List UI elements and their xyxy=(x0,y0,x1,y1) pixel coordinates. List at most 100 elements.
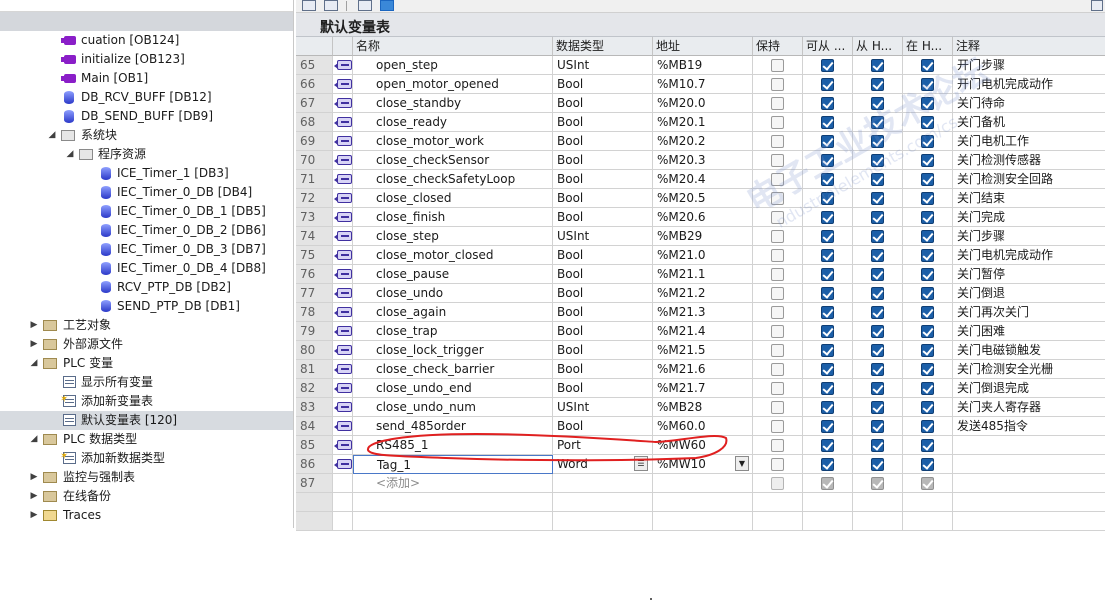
retain-checkbox[interactable] xyxy=(770,439,784,452)
tag-name-cell[interactable]: close_trap xyxy=(353,322,553,341)
header-address[interactable]: 地址 xyxy=(653,37,753,56)
expand-right-icon[interactable]: ▶ xyxy=(28,335,40,354)
address-cell[interactable]: %M20.1 xyxy=(653,113,753,132)
comment-cell[interactable] xyxy=(953,455,1105,474)
accessible-hmi-checkbox[interactable] xyxy=(820,344,834,357)
comment-cell[interactable]: 关门倒退 xyxy=(953,284,1105,303)
retain-checkbox[interactable] xyxy=(770,477,784,490)
retain-checkbox[interactable] xyxy=(770,287,784,300)
data-type-cell[interactable]: Bool xyxy=(553,379,653,398)
retain-checkbox[interactable] xyxy=(770,230,784,243)
comment-cell[interactable]: 关门再次关门 xyxy=(953,303,1105,322)
tree-item-iec-timer-0-db-3[interactable]: IEC_Timer_0_DB_3 [DB7] xyxy=(0,240,293,259)
data-type-cell[interactable]: Bool xyxy=(553,246,653,265)
address-cell[interactable]: %M21.0 xyxy=(653,246,753,265)
accessible-hmi-checkbox[interactable] xyxy=(820,135,834,148)
writable-hmi-checkbox[interactable] xyxy=(870,382,884,395)
tree-item-cuation[interactable]: cuation [OB124] xyxy=(0,31,293,50)
visible-hmi-checkbox[interactable] xyxy=(920,78,934,91)
insert-row-icon[interactable] xyxy=(302,0,316,11)
writable-hmi-checkbox[interactable] xyxy=(870,192,884,205)
address-cell[interactable]: %M21.2 xyxy=(653,284,753,303)
tree-item-traces[interactable]: ▶ Traces xyxy=(0,506,293,525)
table-row[interactable]: 65 open_step USInt %MB19 开门步骤 xyxy=(296,56,1105,75)
table-row[interactable]: 66 open_motor_opened Bool %M10.7 开门电机完成动作 xyxy=(296,75,1105,94)
visible-hmi-checkbox[interactable] xyxy=(920,249,934,262)
tag-name-cell[interactable]: close_pause xyxy=(353,265,553,284)
header-retain[interactable]: 保持 xyxy=(753,37,803,56)
add-placeholder-text[interactable]: <添加> xyxy=(376,476,420,490)
tag-name-cell[interactable]: close_closed xyxy=(353,189,553,208)
writable-hmi-checkbox[interactable] xyxy=(870,477,884,490)
chevron-down-icon[interactable]: ▼ xyxy=(735,456,749,471)
retain-checkbox[interactable] xyxy=(770,382,784,395)
comment-cell[interactable]: 关门完成 xyxy=(953,208,1105,227)
table-row[interactable]: 81 close_check_barrier Bool %M21.6 关门检测安全光栅 xyxy=(296,360,1105,379)
address-cell[interactable]: %MW60 xyxy=(653,436,753,455)
data-type-cell[interactable]: Bool xyxy=(553,341,653,360)
writable-hmi-checkbox[interactable] xyxy=(870,78,884,91)
address-cell[interactable]: %M20.4 xyxy=(653,170,753,189)
tree-item-initialize[interactable]: initialize [OB123] xyxy=(0,50,293,69)
tag-name-cell[interactable]: open_step xyxy=(353,56,553,75)
address-cell[interactable]: %M20.5 xyxy=(653,189,753,208)
table-row[interactable]: 78 close_again Bool %M21.3 关门再次关门 xyxy=(296,303,1105,322)
accessible-hmi-checkbox[interactable] xyxy=(820,306,834,319)
tree-item-plc-data-types[interactable]: ◢ PLC 数据类型 xyxy=(0,430,293,449)
expand-right-icon[interactable]: ▶ xyxy=(28,506,40,525)
tree-item-add-tag-table[interactable]: 添加新变量表 xyxy=(0,390,293,411)
table-row[interactable]: 85 RS485_1 Port %MW60 xyxy=(296,436,1105,455)
comment-cell[interactable]: 发送485指令 xyxy=(953,417,1105,436)
visible-hmi-checkbox[interactable] xyxy=(920,135,934,148)
visible-hmi-checkbox[interactable] xyxy=(920,344,934,357)
tree-item-show-all-tags[interactable]: 显示所有变量 xyxy=(0,373,293,392)
accessible-hmi-checkbox[interactable] xyxy=(820,401,834,414)
tag-name-cell[interactable]: open_motor_opened xyxy=(353,75,553,94)
data-type-cell[interactable]: Port xyxy=(553,436,653,455)
comment-cell[interactable]: 关门检测传感器 xyxy=(953,151,1105,170)
comment-cell[interactable]: 关门检测安全回路 xyxy=(953,170,1105,189)
tree-item-plc-tags[interactable]: ◢ PLC 变量 xyxy=(0,354,293,373)
visible-hmi-checkbox[interactable] xyxy=(920,116,934,129)
tag-name-cell[interactable]: RS485_1 xyxy=(353,436,553,455)
table-row[interactable]: 76 close_pause Bool %M21.1 关门暂停 xyxy=(296,265,1105,284)
data-type-cell[interactable]: Word ☰ xyxy=(553,455,653,474)
retain-checkbox[interactable] xyxy=(770,306,784,319)
retain-checkbox[interactable] xyxy=(770,249,784,262)
visible-hmi-checkbox[interactable] xyxy=(920,306,934,319)
table-row[interactable]: 77 close_undo Bool %M21.2 关门倒退 xyxy=(296,284,1105,303)
writable-hmi-checkbox[interactable] xyxy=(870,173,884,186)
retain-checkbox[interactable] xyxy=(770,363,784,376)
tag-name-cell[interactable]: close_lock_trigger xyxy=(353,341,553,360)
header-visible-hmi[interactable]: 在 H... xyxy=(903,37,953,56)
visible-hmi-checkbox[interactable] xyxy=(920,401,934,414)
tag-name-cell[interactable]: Tag_1 xyxy=(353,455,553,474)
header-accessible[interactable]: 可从 ... xyxy=(803,37,853,56)
retain-checkbox[interactable] xyxy=(770,458,784,471)
tag-name-cell[interactable]: close_again xyxy=(353,303,553,322)
data-type-cell[interactable]: Bool xyxy=(553,208,653,227)
tree-item-send-ptp-db[interactable]: SEND_PTP_DB [DB1] xyxy=(0,297,293,316)
address-cell[interactable]: %MW10 ▼ xyxy=(653,455,753,474)
visible-hmi-checkbox[interactable] xyxy=(920,287,934,300)
comment-cell[interactable]: 关门困难 xyxy=(953,322,1105,341)
visible-hmi-checkbox[interactable] xyxy=(920,59,934,72)
add-row-icon[interactable] xyxy=(324,0,338,11)
visible-hmi-checkbox[interactable] xyxy=(920,458,934,471)
tag-name-cell[interactable]: close_motor_closed xyxy=(353,246,553,265)
tag-name-cell[interactable]: close_finish xyxy=(353,208,553,227)
tag-name-cell[interactable]: close_undo xyxy=(353,284,553,303)
address-cell[interactable]: %M60.0 xyxy=(653,417,753,436)
retain-checkbox[interactable] xyxy=(770,97,784,110)
address-cell[interactable]: %M20.3 xyxy=(653,151,753,170)
writable-hmi-checkbox[interactable] xyxy=(870,287,884,300)
expand-down-icon[interactable]: ◢ xyxy=(28,430,40,449)
header-data-type[interactable]: 数据类型 xyxy=(553,37,653,56)
writable-hmi-checkbox[interactable] xyxy=(870,401,884,414)
data-type-cell[interactable]: Bool xyxy=(553,113,653,132)
tree-item-program-resources[interactable]: ◢ 程序资源 xyxy=(0,145,293,164)
visible-hmi-checkbox[interactable] xyxy=(920,230,934,243)
writable-hmi-checkbox[interactable] xyxy=(870,59,884,72)
retain-checkbox[interactable] xyxy=(770,420,784,433)
tag-name-cell[interactable]: close_step xyxy=(353,227,553,246)
